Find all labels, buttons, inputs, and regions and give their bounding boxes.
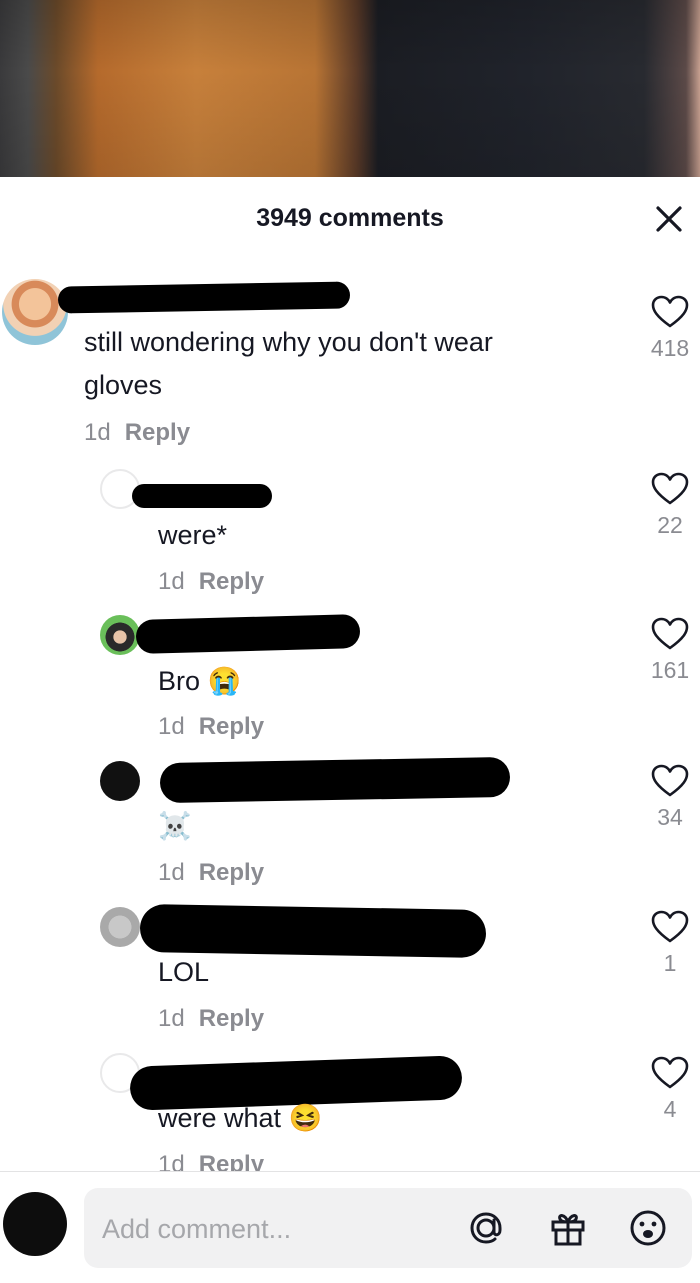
reply-button[interactable]: Reply [199, 568, 264, 595]
comment-input-wrap [84, 1188, 692, 1268]
like-count: 4 [663, 1096, 677, 1122]
redacted-username [135, 614, 361, 654]
comment-meta: 1d Reply [158, 713, 264, 741]
comment-text: were what 😆 [158, 1103, 323, 1133]
heart-outline-icon [651, 617, 689, 650]
avatar[interactable] [2, 279, 68, 345]
comments-sheet: 3949 comments still wondering why you do… [0, 177, 700, 1283]
reply-button[interactable]: Reply [199, 1151, 264, 1171]
comment-time: 1d [158, 713, 185, 740]
like-button[interactable]: 22 [650, 472, 690, 539]
like-button[interactable]: 161 [650, 617, 690, 684]
comment-meta: 1d Reply [158, 1151, 264, 1171]
redacted-username [159, 756, 511, 804]
comment-text: still wondering why you don't wear glove… [84, 327, 493, 400]
comment-time: 1d [158, 1005, 185, 1032]
emoji-icon[interactable] [626, 1206, 670, 1250]
comment-input[interactable] [100, 1208, 444, 1250]
close-icon[interactable] [652, 202, 686, 236]
heart-outline-icon [651, 472, 689, 505]
at-icon[interactable] [464, 1206, 508, 1250]
like-count: 22 [657, 512, 683, 538]
comment-time: 1d [158, 859, 185, 886]
comment-time: 1d [158, 1151, 185, 1171]
like-count: 1 [663, 950, 677, 976]
like-count: 418 [650, 335, 690, 361]
crying-emoji-icon: 😭 [207, 666, 242, 696]
comment-text: LOL [158, 957, 210, 987]
laughing-emoji-icon: 😆 [288, 1103, 323, 1133]
redacted-username [57, 281, 351, 314]
comment-text: Bro 😭 [158, 666, 242, 696]
heart-outline-icon [651, 295, 689, 328]
comment-text: were* [158, 520, 228, 550]
comment-meta: 1d Reply [158, 568, 264, 596]
heart-outline-icon [651, 764, 689, 797]
reply-button[interactable]: Reply [199, 859, 264, 886]
comment-text: ☠️ [158, 805, 192, 848]
comment-meta: 1d Reply [84, 419, 190, 447]
reply-button[interactable]: Reply [199, 1005, 264, 1032]
like-button[interactable]: 4 [650, 1056, 690, 1123]
redacted-username [139, 903, 487, 959]
heart-outline-icon [651, 910, 689, 943]
avatar[interactable] [100, 615, 140, 655]
like-count: 161 [650, 657, 690, 683]
comment-time: 1d [84, 419, 111, 446]
heart-outline-icon [651, 1056, 689, 1089]
reply-button[interactable]: Reply [125, 419, 190, 446]
comment-time: 1d [158, 568, 185, 595]
skull-emoji-icon: ☠️ [158, 811, 192, 841]
video-preview [0, 0, 700, 177]
redacted-username [132, 484, 272, 508]
comment-meta: 1d Reply [158, 1005, 264, 1033]
reply-button[interactable]: Reply [199, 713, 264, 740]
comment-composer [0, 1171, 700, 1283]
like-button[interactable]: 418 [650, 295, 690, 362]
like-button[interactable]: 34 [650, 764, 690, 831]
avatar[interactable] [100, 907, 140, 947]
like-button[interactable]: 1 [650, 910, 690, 977]
gift-icon[interactable] [546, 1206, 590, 1250]
avatar[interactable] [3, 1192, 67, 1256]
comments-count-title: 3949 comments [256, 204, 444, 232]
avatar[interactable] [100, 761, 140, 801]
like-count: 34 [657, 804, 683, 830]
comment-meta: 1d Reply [158, 859, 264, 887]
